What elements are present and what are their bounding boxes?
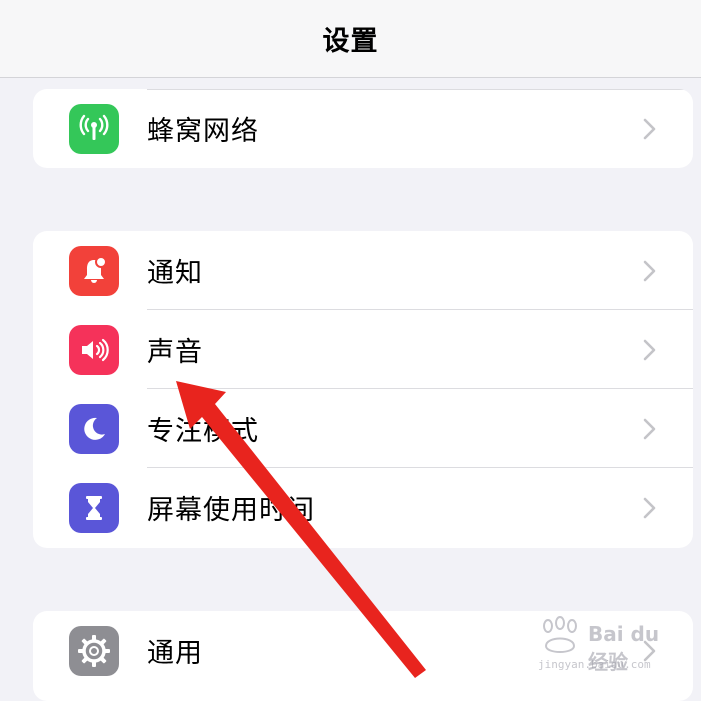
watermark: Bai du 经验 jingyan.baidu.com [536,614,686,674]
settings-row-focus[interactable]: 专注模式 [33,389,693,468]
page-title: 设置 [322,26,379,57]
settings-row-screen-time[interactable]: 屏幕使用时间 [33,468,693,547]
speaker-wave-icon [69,324,119,375]
hourglass-icon [69,482,119,533]
settings-row-sounds[interactable]: 声音 [33,310,693,389]
chevron-right-icon [643,260,656,281]
bell-badge-icon [69,245,119,296]
settings-row-notifications[interactable]: 通知 [33,231,693,310]
settings-row-label: 声音 [147,337,203,368]
settings-row-cellular[interactable]: 蜂窝网络 [33,89,693,168]
watermark-url: jingyan.baidu.com [538,658,651,671]
paw-logo-icon [543,616,577,653]
settings-row-label: 通知 [147,258,203,289]
chevron-right-icon [643,418,656,439]
settings-row-label: 蜂窝网络 [147,116,259,147]
settings-group-network: 蜂窝网络 [33,89,693,168]
settings-row-label: 通用 [147,638,203,669]
navigation-bar: 设置 [0,0,701,78]
settings-row-label: 专注模式 [147,416,259,447]
chevron-right-icon [643,339,656,360]
moon-icon [69,403,119,454]
chevron-right-icon [643,118,656,139]
cellular-antenna-icon [69,103,119,154]
settings-row-label: 屏幕使用时间 [147,495,315,526]
settings-group-alerts: 通知 声音 专注模式 屏幕使用时间 [33,231,693,548]
gear-icon [69,625,119,676]
chevron-right-icon [643,497,656,518]
